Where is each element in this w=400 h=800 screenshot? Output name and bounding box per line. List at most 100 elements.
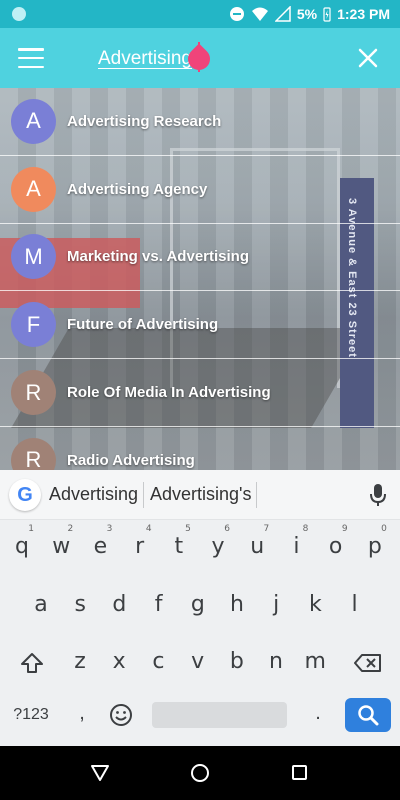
clock: 1:23 PM <box>337 6 390 22</box>
key-m[interactable]: m <box>297 637 333 685</box>
key-label: i <box>293 533 300 559</box>
list-item-label: Marketing vs. Advertising <box>67 248 249 266</box>
key-z[interactable]: z <box>62 637 98 685</box>
key-j[interactable]: j <box>258 580 294 628</box>
key-r[interactable]: 4r <box>122 522 158 570</box>
key-a[interactable]: a <box>23 580 59 628</box>
list-item[interactable]: F Future of Advertising <box>0 291 400 360</box>
search-input[interactable]: Advertising <box>98 48 192 70</box>
key-t[interactable]: 5t <box>161 522 197 570</box>
signal-icon <box>274 6 291 22</box>
suggestion-0[interactable]: Advertising <box>49 484 138 505</box>
comma-key[interactable]: , <box>72 698 92 728</box>
shift-key[interactable] <box>18 641 46 685</box>
list-item-label: Advertising Research <box>67 112 222 130</box>
period-key[interactable]: . <box>308 698 328 728</box>
key-y[interactable]: 6y <box>200 522 236 570</box>
search-key[interactable] <box>345 698 391 732</box>
home-icon[interactable] <box>191 764 209 782</box>
key-hint: 1 <box>28 524 34 534</box>
avatar: A <box>11 166 56 212</box>
suggestion-1[interactable]: Advertising's <box>150 484 251 505</box>
key-label: u <box>250 533 265 559</box>
avatar: R <box>11 370 56 416</box>
list-item-label: Radio Advertising <box>67 451 195 469</box>
key-c[interactable]: c <box>140 637 176 685</box>
key-row-2: asdfghjkl <box>0 580 400 636</box>
key-label: r <box>135 533 145 559</box>
key-hint: 9 <box>341 524 348 534</box>
wifi-icon <box>251 7 268 21</box>
key-l[interactable]: l <box>337 580 373 628</box>
recent-apps-icon[interactable] <box>292 765 307 780</box>
avatar: F <box>11 302 56 348</box>
key-hint: 2 <box>67 524 74 534</box>
key-o[interactable]: 9o <box>318 522 354 570</box>
avatar: A <box>11 98 56 144</box>
key-hint: 7 <box>263 524 270 534</box>
key-w[interactable]: 2w <box>43 522 79 570</box>
list-item[interactable]: A Advertising Research <box>0 88 400 156</box>
key-hint: 5 <box>185 524 191 534</box>
key-hint: 3 <box>106 524 113 534</box>
list-item-label: Role Of Media In Advertising <box>67 384 271 402</box>
key-hint: 6 <box>224 524 230 534</box>
key-label: e <box>93 533 108 559</box>
key-hint: 8 <box>302 524 309 534</box>
key-n[interactable]: n <box>258 637 294 685</box>
navigation-bar <box>0 746 400 800</box>
key-label: p <box>367 533 382 559</box>
key-row-3: zxcvbnm <box>0 637 400 693</box>
key-e[interactable]: 3e <box>82 522 118 570</box>
results-panel: 3 Avenue & East 23 Street A Advertising … <box>0 88 400 470</box>
microphone-icon[interactable] <box>370 483 386 512</box>
key-hint: 4 <box>145 524 152 534</box>
key-hint: 0 <box>381 524 387 534</box>
key-v[interactable]: v <box>180 637 216 685</box>
list-item[interactable]: M Marketing vs. Advertising <box>0 224 400 292</box>
back-icon[interactable] <box>90 764 110 787</box>
battery-percent: 5% <box>296 6 318 22</box>
key-row-1: 1q2w3e4r5t6y7u8i9o0p <box>0 522 400 578</box>
avatar: R <box>11 437 56 470</box>
key-label: t <box>174 533 184 559</box>
suggestion-bar: G Advertising Advertising's <box>0 470 400 520</box>
key-s[interactable]: s <box>62 580 98 628</box>
notification-icon <box>12 7 26 21</box>
search-icon <box>358 705 379 726</box>
list-item-label: Future of Advertising <box>67 316 219 334</box>
space-key[interactable] <box>152 702 287 728</box>
status-indicators: 5% 1:23 PM <box>229 0 390 28</box>
avatar: M <box>11 234 56 280</box>
google-logo-icon[interactable]: G <box>9 479 41 511</box>
do-not-disturb-icon <box>229 7 244 21</box>
list-item[interactable]: A Advertising Agency <box>0 156 400 224</box>
key-f[interactable]: f <box>141 580 177 628</box>
key-b[interactable]: b <box>219 637 255 685</box>
key-u[interactable]: 7u <box>239 522 275 570</box>
emoji-key[interactable] <box>108 702 134 728</box>
key-k[interactable]: k <box>297 580 333 628</box>
battery-charging-icon <box>323 7 331 22</box>
key-label: y <box>211 533 225 559</box>
menu-icon[interactable] <box>18 46 44 70</box>
key-x[interactable]: x <box>101 637 137 685</box>
key-label: o <box>328 533 343 559</box>
symbols-key[interactable]: ?123 <box>8 702 54 728</box>
list-item-label: Advertising Agency <box>67 180 208 198</box>
key-d[interactable]: d <box>101 580 137 628</box>
key-q[interactable]: 1q <box>4 522 40 570</box>
close-icon[interactable] <box>356 46 380 70</box>
soft-keyboard: G Advertising Advertising's 1q2w3e4r5t6y… <box>0 470 400 746</box>
key-g[interactable]: g <box>180 580 216 628</box>
key-p[interactable]: 0p <box>357 522 393 570</box>
suggestion-divider <box>143 482 144 508</box>
list-item[interactable]: R Role Of Media In Advertising <box>0 359 400 427</box>
status-bar: 5% 1:23 PM <box>0 0 400 28</box>
suggestion-divider <box>256 482 257 508</box>
results-list: A Advertising Research A Advertising Age… <box>0 88 400 470</box>
key-i[interactable]: 8i <box>278 522 314 570</box>
backspace-key[interactable] <box>352 641 384 685</box>
key-h[interactable]: h <box>219 580 255 628</box>
list-item[interactable]: R Radio Advertising <box>0 427 400 470</box>
